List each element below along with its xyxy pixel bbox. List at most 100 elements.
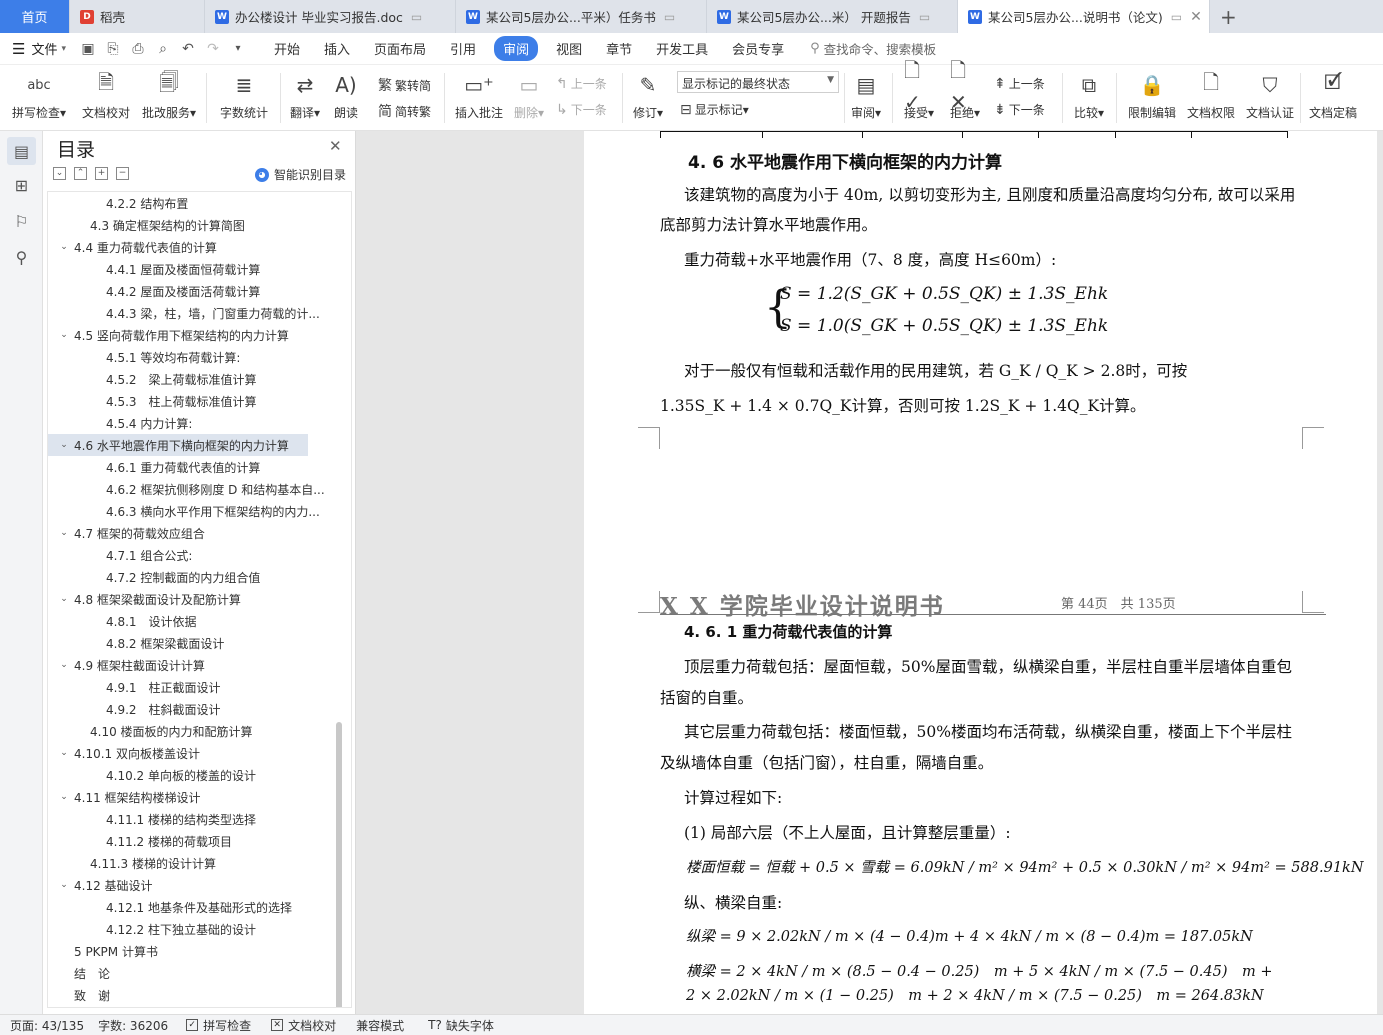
toc-item[interactable]: 4.8.1 设计依据	[48, 610, 344, 632]
menu-references[interactable]: 引用	[438, 36, 488, 61]
compare-button[interactable]: ⧉ 比较▾	[1068, 65, 1110, 131]
toc-item[interactable]: 4.12.2 柱下独立基础的设计	[48, 918, 344, 940]
print-preview-icon[interactable]: ⌕	[155, 41, 171, 57]
chevron-down-icon[interactable]: ⌄	[58, 792, 70, 802]
word-count-button[interactable]: ≣ 字数统计	[216, 65, 272, 131]
chevron-down-icon[interactable]: ⌄	[58, 748, 70, 758]
chevron-down-icon[interactable]: ⌄	[58, 330, 70, 340]
toc-item[interactable]: 4.8.2 框架梁截面设计	[48, 632, 344, 654]
toc-item[interactable]: 4.12.1 地基条件及基础形式的选择	[48, 896, 344, 918]
toc-item[interactable]: 4.10.2 单向板的楼盖的设计	[48, 764, 344, 786]
print-icon[interactable]: ⎙	[130, 41, 146, 57]
tab-doc-report[interactable]: W 办公楼设计 毕业实习报告.doc ▭	[205, 0, 456, 33]
menu-developer[interactable]: 开发工具	[644, 36, 720, 61]
tab-docer[interactable]: D 稻壳	[70, 0, 205, 33]
toc-item[interactable]: 4.4.3 梁，柱，墙，门窗重力荷载的计...	[48, 302, 344, 324]
cloud-icon[interactable]: ▭	[919, 10, 930, 24]
toc-item[interactable]: 4.5.1 等效均布荷载计算:	[48, 346, 344, 368]
menu-page-layout[interactable]: 页面布局	[362, 36, 438, 61]
toc-item[interactable]: ⌄ 4.7 框架的荷载效应组合	[48, 522, 344, 544]
more-icon[interactable]: ▾	[230, 41, 246, 57]
add-heading-icon[interactable]: +	[95, 167, 108, 180]
batch-service-button[interactable]: 🗐 批改服务▾	[140, 65, 198, 131]
chevron-down-icon[interactable]: ⌄	[58, 242, 70, 252]
toc-item[interactable]: ⌄ 4.10.1 双向板楼盖设计	[48, 742, 344, 764]
doc-permission-button[interactable]: 🗋 文档权限	[1184, 65, 1238, 131]
toc-item[interactable]: 4.6.2 框架抗侧移刚度 D 和结构基本自...	[48, 478, 344, 500]
close-icon[interactable]: ✕	[1190, 9, 1202, 25]
toc-item[interactable]: ⌄ 4.8 框架梁截面设计及配筋计算	[48, 588, 344, 610]
delete-comment-button[interactable]: ▭ 删除▾	[510, 65, 548, 131]
toc-item[interactable]: 致 谢	[48, 984, 344, 1006]
close-icon[interactable]: ✕	[329, 137, 342, 155]
doc-certify-button[interactable]: ⛉ 文档认证	[1242, 65, 1298, 131]
accept-button[interactable]: 🗋✓ 接受▾	[898, 58, 940, 131]
tab-doc-proposal[interactable]: W 某公司5层办公...米） 开题报告 ▭	[707, 0, 958, 33]
word-count-indicator[interactable]: 字数: 36206	[98, 1017, 168, 1034]
show-markup-button[interactable]: ⊟ 显示标记 ▾	[680, 101, 749, 118]
chevron-down-icon[interactable]: ⌄	[58, 528, 70, 538]
smart-toc-button[interactable]: ◕ 智能识别目录	[255, 166, 346, 183]
toc-item[interactable]: ⌄ 4.4 重力荷载代表值的计算	[48, 236, 344, 258]
expand-all-icon[interactable]: ⌃	[74, 167, 87, 180]
toc-item[interactable]: 4.2.2 结构布置	[48, 192, 344, 214]
toc-item[interactable]: 4.10 楼面板的内力和配筋计算	[48, 720, 344, 742]
to-traditional-button[interactable]: 繁繁转简	[378, 75, 431, 95]
toc-item[interactable]: 5 PKPM 计算书	[48, 940, 344, 962]
reject-button[interactable]: 🗋✕ 拒绝▾	[944, 58, 986, 131]
prev-comment-button[interactable]: ↰ 上一条	[556, 75, 607, 92]
toc-item[interactable]: ⌄ 4.6 水平地震作用下横向框架的内力计算	[48, 434, 308, 456]
new-tab-button[interactable]: +	[1210, 0, 1247, 33]
menu-review[interactable]: 审阅	[494, 36, 539, 61]
next-change-button[interactable]: ⇟ 下一条	[994, 101, 1045, 118]
restrict-edit-button[interactable]: 🔒 限制编辑	[1124, 65, 1180, 131]
chapter-nav-icon[interactable]: ⊞	[7, 171, 36, 199]
read-aloud-button[interactable]: A) 朗读	[328, 65, 364, 131]
next-comment-button[interactable]: ↳ 下一条	[556, 101, 607, 118]
chevron-down-icon[interactable]: ⌄	[58, 440, 70, 450]
cloud-icon[interactable]: ▭	[664, 10, 675, 24]
search-icon[interactable]: ⚲	[7, 243, 36, 271]
doc-finalize-button[interactable]: 🗹 文档定稿	[1304, 65, 1362, 131]
markup-display-select[interactable]: 显示标记的最终状态 ▼	[677, 71, 839, 93]
toc-item[interactable]: 4.4.1 屋面及楼面恒荷载计算	[48, 258, 344, 280]
chevron-down-icon[interactable]: ⌄	[58, 660, 70, 670]
spell-check-button[interactable]: abc 拼写检查▾	[10, 65, 68, 131]
toc-item[interactable]: 4.5.4 内力计算:	[48, 412, 344, 434]
review-pane-button[interactable]: ▤ 审阅▾	[846, 65, 886, 131]
tab-doc-task[interactable]: W 某公司5层办公...平米）任务书 ▭	[456, 0, 707, 33]
toc-item[interactable]: 4.11.2 楼梯的荷载项目	[48, 830, 344, 852]
file-menu[interactable]: ☰ 文件 ▾	[12, 39, 66, 59]
toc-item[interactable]: 4.9.2 柱斜截面设计	[48, 698, 344, 720]
toc-item[interactable]: ⌄ 4.5 竖向荷载作用下框架结构的内力计算	[48, 324, 344, 346]
toc-item[interactable]: 结 论	[48, 962, 344, 984]
toc-panel-icon[interactable]: ▤	[7, 137, 36, 165]
toc-item[interactable]: 4.11.1 楼梯的结构类型选择	[48, 808, 344, 830]
menu-view[interactable]: 视图	[544, 36, 594, 61]
toc-item[interactable]: 4.5.3 柱上荷载标准值计算	[48, 390, 344, 412]
toc-item[interactable]: 4.11.3 楼梯的设计计算	[48, 852, 344, 874]
save-icon[interactable]: ▣	[80, 41, 96, 57]
toc-item[interactable]: 4.4.2 屋面及楼面活荷载计算	[48, 280, 344, 302]
undo-icon[interactable]: ↶	[180, 41, 196, 57]
track-changes-button[interactable]: ✎ 修订▾	[628, 65, 668, 131]
chevron-down-icon[interactable]: ⌄	[58, 880, 70, 890]
tab-doc-thesis[interactable]: W 某公司5层办公...说明书（论文) ▭ ✕	[958, 0, 1210, 33]
doc-proof-button[interactable]: 🗎 文档校对	[78, 65, 134, 131]
doc-proof-toggle[interactable]: ✕ 文档校对	[271, 1017, 336, 1034]
page-indicator[interactable]: 页面: 43/135	[10, 1017, 84, 1034]
menu-member[interactable]: 会员专享	[720, 36, 796, 61]
to-simplified-button[interactable]: 简简转繁	[378, 101, 431, 121]
chevron-down-icon[interactable]: ⌄	[58, 594, 70, 604]
redo-icon[interactable]: ↷	[205, 41, 221, 57]
cloud-icon[interactable]: ▭	[1171, 10, 1182, 24]
toc-item[interactable]: 4.7.1 组合公式:	[48, 544, 344, 566]
menu-section[interactable]: 章节	[594, 36, 644, 61]
toc-item[interactable]: ⌄ 4.12 基础设计	[48, 874, 344, 896]
menu-insert[interactable]: 插入	[312, 36, 362, 61]
menu-start[interactable]: 开始	[262, 36, 312, 61]
toc-item[interactable]: 4.9.1 柱正截面设计	[48, 676, 344, 698]
toc-item[interactable]: ⌄ 4.9 框架柱截面设计计算	[48, 654, 344, 676]
export-pdf-icon[interactable]: ⎘	[105, 41, 121, 57]
toc-item[interactable]: 4.5.2 梁上荷载标准值计算	[48, 368, 344, 390]
